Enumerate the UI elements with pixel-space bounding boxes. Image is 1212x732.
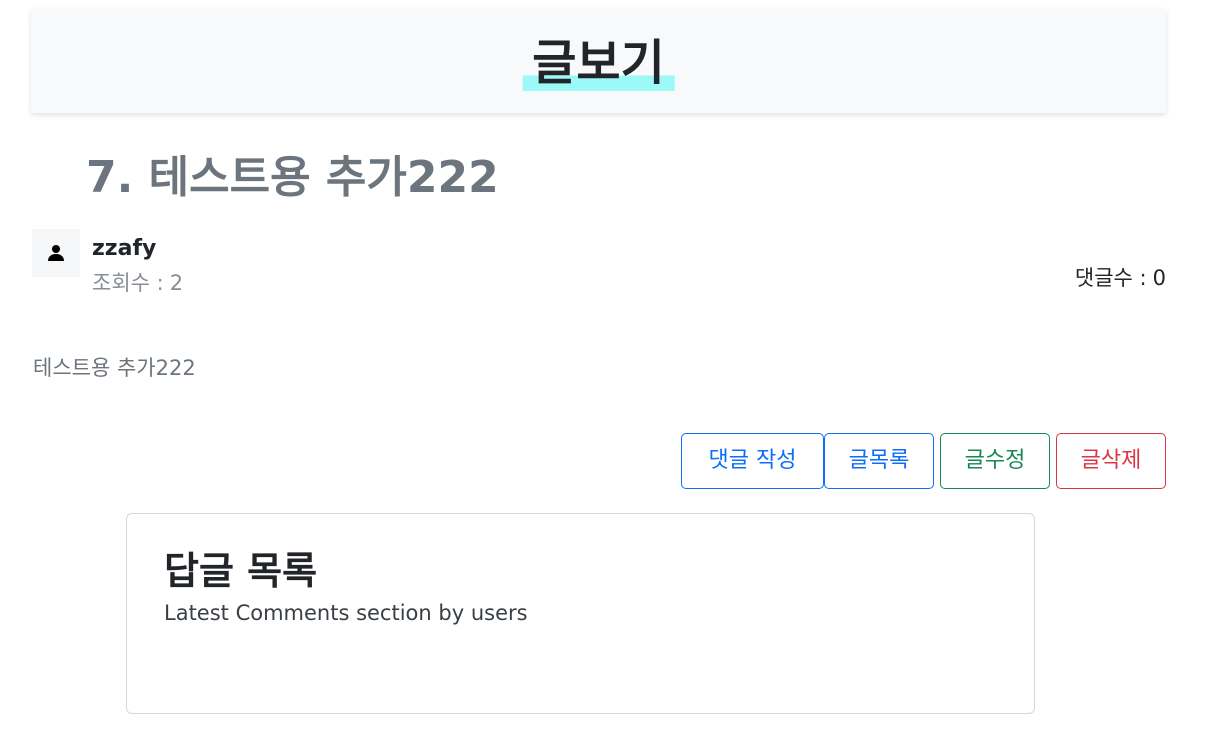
post-author: zzafy: [92, 236, 157, 261]
comment-count-label: 댓글수 :: [1074, 266, 1147, 290]
comment-count-value: 0: [1152, 266, 1166, 290]
post-title: 7. 테스트용 추가222: [86, 152, 499, 203]
edit-post-button[interactable]: 글수정: [940, 433, 1050, 489]
person-icon: [48, 245, 64, 261]
comments-subtitle: Latest Comments section by users: [164, 601, 528, 625]
delete-post-button[interactable]: 글삭제: [1056, 433, 1166, 489]
post-list-button[interactable]: 글목록: [824, 433, 934, 489]
comments-card: 답글 목록 Latest Comments section by users: [126, 513, 1035, 714]
view-count: 조회수 :2: [92, 269, 183, 297]
page-header: 글보기: [31, 9, 1166, 113]
comments-title: 답글 목록: [164, 549, 318, 593]
comment-count: 댓글수 :0: [1075, 264, 1166, 292]
view-count-label: 조회수 :: [92, 271, 164, 295]
write-comment-button[interactable]: 댓글 작성: [681, 433, 824, 489]
post-content: 테스트용 추가222: [33, 356, 196, 380]
view-count-value: 2: [169, 271, 184, 295]
page-title: 글보기: [522, 35, 675, 91]
avatar: [32, 229, 80, 277]
post-actions: 댓글 작성 글목록 글수정 글삭제: [681, 433, 1166, 489]
